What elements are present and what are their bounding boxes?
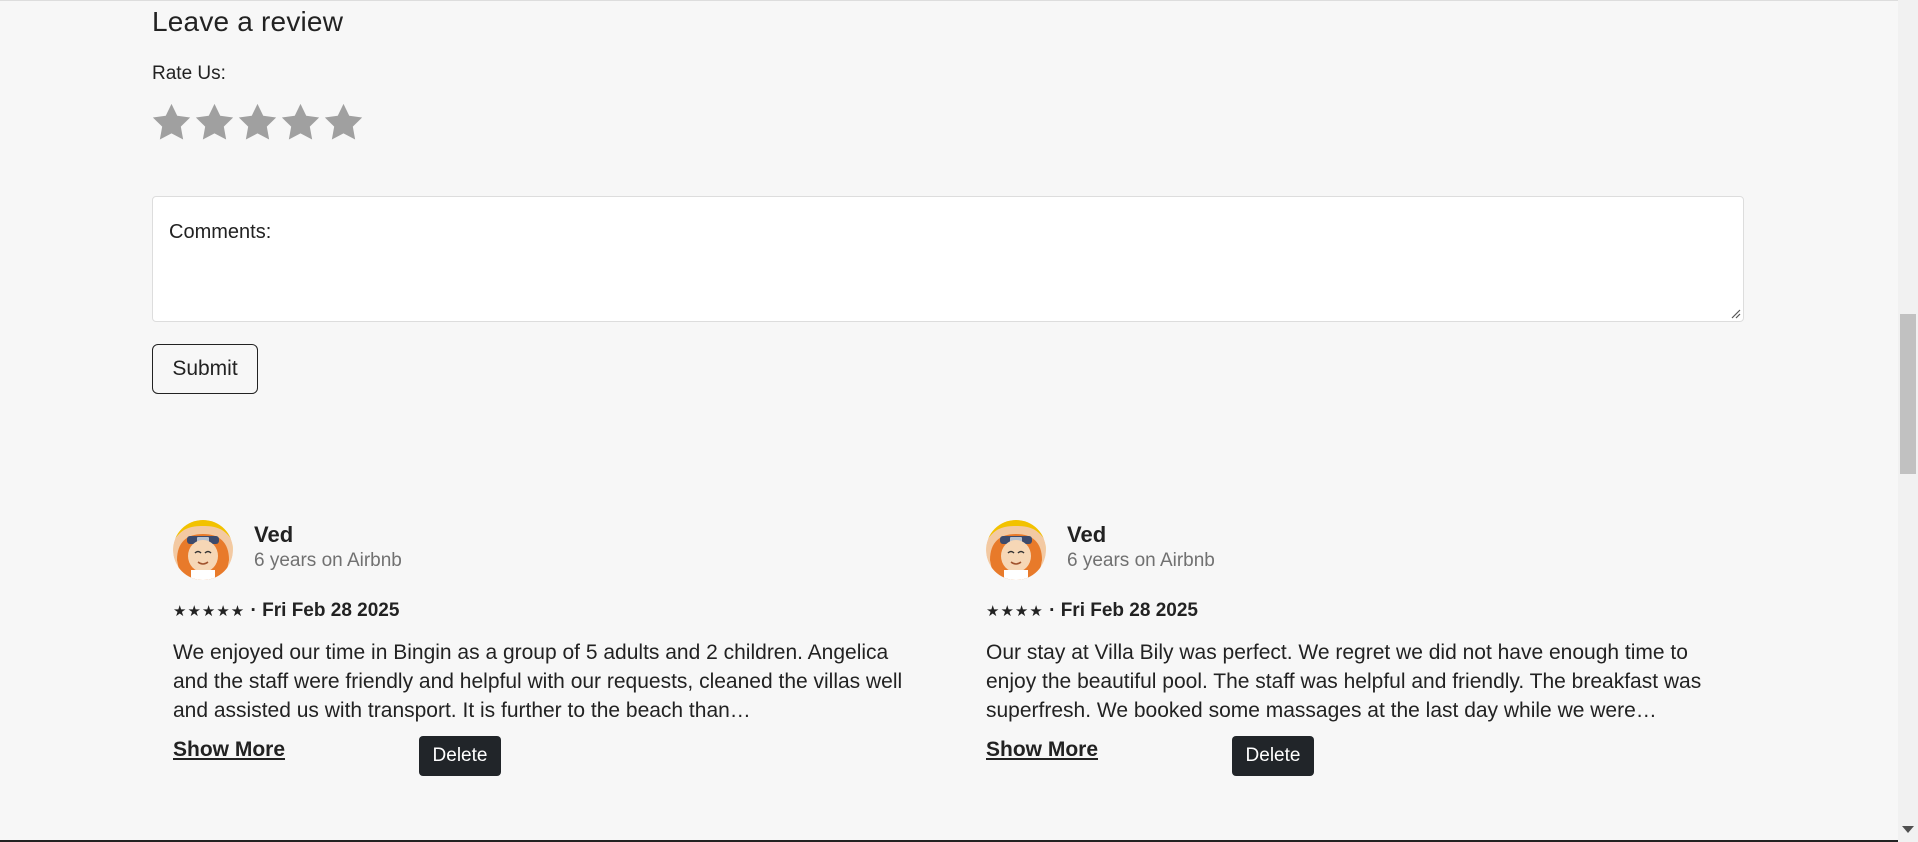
review-date: Fri Feb 28 2025 (262, 600, 400, 621)
reviewer-name: Ved (1067, 522, 1107, 547)
top-divider (0, 0, 1898, 1)
comments-placeholder: Comments: (169, 221, 272, 243)
star-icon[interactable] (322, 98, 365, 146)
submit-button[interactable]: Submit (152, 344, 258, 394)
review-meta: ★★★★ · Fri Feb 28 2025 (986, 600, 1198, 622)
comments-textarea[interactable]: Comments: (152, 196, 1744, 322)
star-icon[interactable] (279, 98, 322, 146)
star-icon[interactable] (150, 98, 193, 146)
show-more-link[interactable]: Show More (173, 738, 285, 762)
star-icon[interactable] (236, 98, 279, 146)
rating-stars: ★★★★★ (173, 603, 246, 620)
meta-separator: · (1049, 600, 1061, 621)
user-avatar (986, 520, 1046, 580)
delete-button[interactable]: Delete (419, 736, 501, 776)
user-avatar (173, 520, 233, 580)
scroll-down-arrow-icon[interactable] (1902, 826, 1914, 833)
rating-stars: ★★★★ (986, 603, 1044, 620)
star-rating-input[interactable] (150, 98, 365, 146)
review-meta: ★★★★★ · Fri Feb 28 2025 (173, 600, 399, 622)
scrollbar-thumb[interactable] (1900, 314, 1916, 474)
review-form-title: Leave a review (152, 6, 344, 37)
reviewer-name: Ved (254, 522, 294, 547)
review-text: We enjoyed our time in Bingin as a group… (173, 641, 903, 722)
star-icon[interactable] (193, 98, 236, 146)
review-text: Our stay at Villa Bily was perfect. We r… (986, 641, 1702, 722)
review-date: Fri Feb 28 2025 (1060, 600, 1198, 621)
delete-button[interactable]: Delete (1232, 736, 1314, 776)
reviewer-tenure: 6 years on Airbnb (254, 550, 402, 571)
rate-us-label: Rate Us: (152, 63, 226, 84)
resize-handle-icon[interactable] (1729, 307, 1741, 319)
show-more-link[interactable]: Show More (986, 738, 1098, 762)
vertical-scrollbar[interactable] (1898, 0, 1918, 842)
meta-separator: · (250, 600, 263, 621)
reviewer-tenure: 6 years on Airbnb (1067, 550, 1215, 571)
